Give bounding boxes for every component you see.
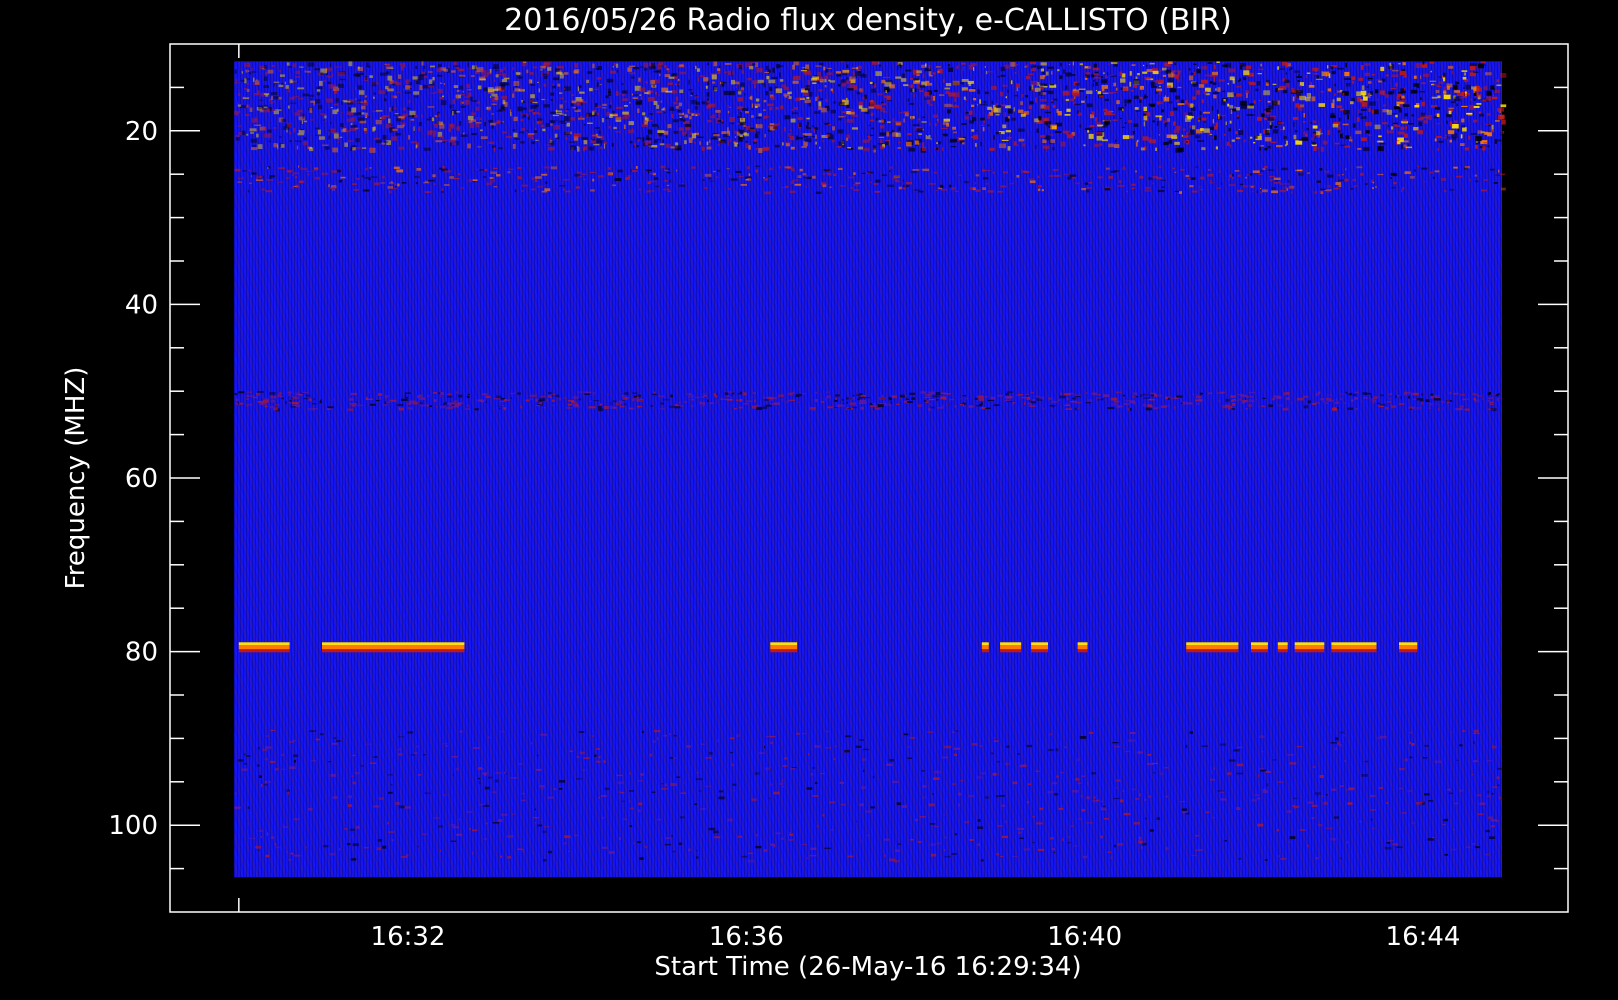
x-axis-label: Start Time (26-May-16 16:29:34) <box>654 952 1081 982</box>
burst-segment <box>1277 642 1288 653</box>
spectrogram-chart: 2016/05/26 Radio flux density, e-CALLIST… <box>61 3 1569 982</box>
burst-segment <box>322 642 465 653</box>
burst-segment <box>1294 642 1325 653</box>
x-tick-label: 16:32 <box>371 922 446 952</box>
y-axis-label: Frequency (MHZ) <box>61 367 91 590</box>
burst-segment <box>981 642 989 653</box>
y-tick-label: 20 <box>125 117 158 147</box>
y-tick-label: 100 <box>108 811 158 841</box>
burst-segment <box>1077 642 1088 653</box>
x-tick-label: 16:40 <box>1047 922 1122 952</box>
burst-segment <box>770 642 798 653</box>
burst-segment <box>1000 642 1022 653</box>
plot-area <box>234 61 1507 878</box>
y-tick-label: 80 <box>125 638 158 668</box>
x-tick-label: 16:44 <box>1386 922 1461 952</box>
y-tick-label: 60 <box>125 464 158 494</box>
burst-segment <box>1251 642 1268 653</box>
burst-segment <box>238 642 290 653</box>
burst-segment <box>1031 642 1048 653</box>
burst-segment <box>1186 642 1239 653</box>
y-tick-label: 40 <box>125 290 158 320</box>
chart-title: 2016/05/26 Radio flux density, e-CALLIST… <box>504 3 1232 38</box>
burst-segment <box>1399 642 1418 653</box>
x-tick-label: 16:36 <box>709 922 784 952</box>
burst-segment <box>1331 642 1377 653</box>
